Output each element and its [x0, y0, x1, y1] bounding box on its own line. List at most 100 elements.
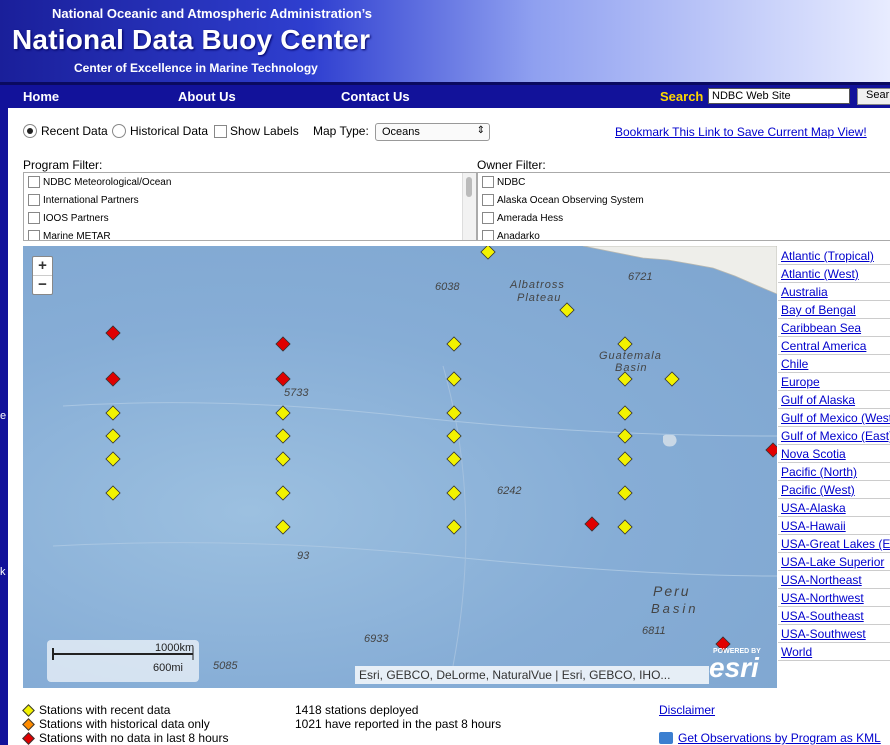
- list-item[interactable]: Amerada Hess: [478, 209, 890, 227]
- checkbox-icon[interactable]: [482, 176, 494, 188]
- checkbox-icon[interactable]: [28, 212, 40, 224]
- region-link[interactable]: Atlantic (West): [778, 265, 890, 283]
- station-marker[interactable]: [275, 485, 291, 501]
- region-link[interactable]: Europe: [778, 373, 890, 391]
- region-link[interactable]: Pacific (North): [778, 463, 890, 481]
- station-marker[interactable]: [446, 451, 462, 467]
- map-canvas[interactable]: 6038 6721 Albatross Plateau Guatemala Ba…: [23, 246, 777, 688]
- search-input[interactable]: [708, 88, 850, 104]
- checkbox-icon[interactable]: [214, 124, 227, 138]
- region-list: Atlantic (Tropical) Atlantic (West) Austra…: [778, 247, 890, 661]
- region-link[interactable]: Gulf of Mexico (West: [778, 409, 890, 427]
- station-marker[interactable]: [275, 519, 291, 535]
- depth-label: 5085: [213, 660, 238, 672]
- region-link[interactable]: Gulf of Mexico (East)/Florida: [778, 427, 890, 445]
- region-link[interactable]: USA-Southwest: [778, 625, 890, 643]
- list-item-label: NDBC Meteorological/Ocean: [43, 176, 172, 188]
- esri-logo: POWERED BY esri: [709, 648, 761, 682]
- radio-icon[interactable]: [112, 124, 126, 138]
- station-marker[interactable]: [617, 428, 633, 444]
- station-marker[interactable]: [446, 485, 462, 501]
- station-marker[interactable]: [275, 336, 291, 352]
- region-link[interactable]: USA-Great Lakes (E: [778, 535, 890, 553]
- station-marker[interactable]: [617, 336, 633, 352]
- program-filter-list[interactable]: NDBC Meteorological/Ocean International …: [23, 172, 477, 241]
- zoom-out-button[interactable]: −: [33, 275, 52, 294]
- region-link[interactable]: Caribbean Sea: [778, 319, 890, 337]
- kml-link[interactable]: Get Observations by Program as KML: [659, 731, 881, 745]
- historical-data-radio[interactable]: Historical Data: [112, 124, 208, 138]
- station-marker[interactable]: [105, 405, 121, 421]
- station-marker[interactable]: [559, 302, 575, 318]
- radio-selected-icon[interactable]: [23, 124, 37, 138]
- nav-about[interactable]: About Us: [178, 89, 236, 104]
- station-marker[interactable]: [446, 519, 462, 535]
- scrollbar-thumb[interactable]: [466, 177, 472, 197]
- region-link[interactable]: USA-Hawaii: [778, 517, 890, 535]
- region-link[interactable]: Bay of Bengal: [778, 301, 890, 319]
- region-link[interactable]: USA-Alaska: [778, 499, 890, 517]
- station-marker[interactable]: [105, 451, 121, 467]
- station-marker[interactable]: [446, 405, 462, 421]
- checkbox-icon[interactable]: [482, 230, 494, 240]
- disclaimer-link[interactable]: Disclaimer: [659, 703, 715, 717]
- checkbox-icon[interactable]: [28, 230, 40, 240]
- list-item[interactable]: Anadarko: [478, 227, 890, 240]
- station-marker[interactable]: [105, 485, 121, 501]
- region-link[interactable]: Atlantic (Tropical): [778, 247, 890, 265]
- station-marker[interactable]: [275, 371, 291, 387]
- station-marker[interactable]: [664, 371, 680, 387]
- region-link[interactable]: Central America: [778, 337, 890, 355]
- region-link[interactable]: Pacific (West): [778, 481, 890, 499]
- region-link[interactable]: USA-Lake Superior: [778, 553, 890, 571]
- station-marker[interactable]: [105, 325, 121, 341]
- station-marker[interactable]: [275, 428, 291, 444]
- station-marker[interactable]: [584, 516, 600, 532]
- site-title[interactable]: National Data Buoy Center: [12, 24, 370, 56]
- checkbox-icon[interactable]: [482, 194, 494, 206]
- recent-data-radio[interactable]: Recent Data: [23, 124, 108, 138]
- region-link[interactable]: USA-Northwest: [778, 589, 890, 607]
- station-marker[interactable]: [446, 371, 462, 387]
- checkbox-icon[interactable]: [482, 212, 494, 224]
- zoom-control: + −: [32, 256, 53, 295]
- list-item[interactable]: IOOS Partners: [24, 209, 476, 227]
- station-marker[interactable]: [617, 451, 633, 467]
- region-link[interactable]: Nova Scotia: [778, 445, 890, 463]
- region-link[interactable]: Australia: [778, 283, 890, 301]
- region-link[interactable]: USA-Northeast: [778, 571, 890, 589]
- map-type-select[interactable]: Oceans ⇕: [375, 123, 490, 141]
- nav-contact[interactable]: Contact Us: [341, 89, 410, 104]
- region-link[interactable]: World: [778, 643, 890, 661]
- zoom-in-button[interactable]: +: [33, 257, 52, 275]
- station-marker[interactable]: [617, 405, 633, 421]
- list-item[interactable]: Marine METAR: [24, 227, 476, 240]
- owner-filter-list[interactable]: NDBC Alaska Ocean Observing System Amera…: [477, 172, 890, 241]
- station-marker[interactable]: [275, 451, 291, 467]
- region-link[interactable]: Gulf of Alaska: [778, 391, 890, 409]
- station-marker[interactable]: [105, 428, 121, 444]
- region-link[interactable]: Chile: [778, 355, 890, 373]
- bookmark-link[interactable]: Bookmark This Link to Save Current Map V…: [615, 125, 867, 139]
- search-button[interactable]: Sear: [857, 88, 890, 105]
- station-map[interactable]: 6038 6721 Albatross Plateau Guatemala Ba…: [23, 246, 777, 688]
- kml-link-label[interactable]: Get Observations by Program as KML: [678, 731, 881, 745]
- station-marker[interactable]: [446, 336, 462, 352]
- show-labels-checkbox[interactable]: Show Labels: [214, 124, 299, 138]
- nav-home[interactable]: Home: [23, 89, 59, 104]
- list-item[interactable]: NDBC: [478, 173, 890, 191]
- list-item[interactable]: Alaska Ocean Observing System: [478, 191, 890, 209]
- station-marker[interactable]: [480, 246, 496, 260]
- station-marker[interactable]: [617, 371, 633, 387]
- region-link[interactable]: USA-Southeast: [778, 607, 890, 625]
- station-marker[interactable]: [617, 519, 633, 535]
- checkbox-icon[interactable]: [28, 176, 40, 188]
- station-marker[interactable]: [765, 442, 777, 458]
- station-marker[interactable]: [617, 485, 633, 501]
- station-marker[interactable]: [275, 405, 291, 421]
- station-marker[interactable]: [105, 371, 121, 387]
- checkbox-icon[interactable]: [28, 194, 40, 206]
- list-item[interactable]: International Partners: [24, 191, 476, 209]
- list-item[interactable]: NDBC Meteorological/Ocean: [24, 173, 476, 191]
- scrollbar[interactable]: [462, 173, 476, 240]
